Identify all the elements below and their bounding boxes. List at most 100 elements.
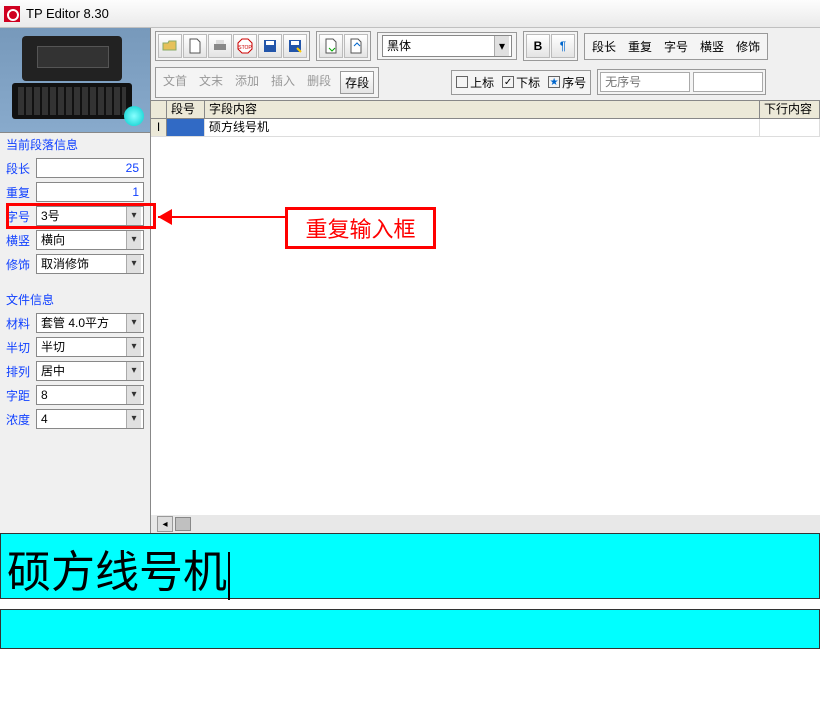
export2-button[interactable] <box>344 34 368 58</box>
row-orientation: 横竖 横向 <box>0 228 150 252</box>
open-button[interactable] <box>158 34 182 58</box>
lbl-orientation: 横竖 <box>6 232 36 249</box>
annotation-callout: 重复输入框 <box>285 207 436 249</box>
combo-font-size[interactable]: 3号 <box>36 206 144 226</box>
btn-add[interactable]: 添加 <box>232 71 262 94</box>
combo-orientation[interactable]: 横向 <box>36 230 144 250</box>
cell-segno-1[interactable] <box>167 119 205 136</box>
btn-save-seg[interactable]: 存段 <box>340 71 374 94</box>
toolbar-file-group: STOP <box>155 31 310 61</box>
grid-header: 段号 字段内容 下行内容 <box>151 101 820 119</box>
title-bar: TP Editor 8.30 <box>0 0 820 28</box>
pilcrow-button[interactable]: ¶ <box>551 34 575 58</box>
doc-arrow2-icon <box>348 38 364 54</box>
preview-strip-main[interactable]: 硕方线号机 <box>0 533 820 599</box>
lbl-density: 浓度 <box>6 411 36 428</box>
row-halfcut: 半切 半切 <box>0 335 150 359</box>
combo-font-family[interactable]: 黑体 <box>382 35 512 57</box>
save-as-icon <box>287 38 303 54</box>
input-repeat[interactable]: 1 <box>36 182 144 202</box>
lbl-font-size: 字号 <box>6 208 36 225</box>
btn-delete-seg[interactable]: 删段 <box>304 71 334 94</box>
btn-seglen[interactable]: 段长 <box>589 37 619 56</box>
btn-doc-first[interactable]: 文首 <box>160 71 190 94</box>
horizontal-scrollbar[interactable]: ◂ <box>151 515 820 533</box>
preview-text: 硕方线号机 <box>7 548 227 597</box>
toolbar-seq-value <box>597 69 766 95</box>
btn-decor[interactable]: 修饰 <box>733 37 763 56</box>
toolbar-font-group: 黑体 <box>377 32 517 60</box>
col-segment-no[interactable]: 段号 <box>167 101 205 118</box>
btn-repeat[interactable]: 重复 <box>625 37 655 56</box>
lbl-repeat: 重复 <box>6 184 36 201</box>
grid-row-1[interactable]: I 硕方线号机 <box>151 119 820 137</box>
row-font-size: 字号 3号 <box>0 204 150 228</box>
saveas-button[interactable] <box>283 34 307 58</box>
bold-button[interactable]: B <box>526 34 550 58</box>
btn-insert[interactable]: 插入 <box>268 71 298 94</box>
stop-icon: STOP <box>237 38 253 54</box>
row-segment-length: 段长 25 <box>0 156 150 180</box>
chk-sequence[interactable]: ★序号 <box>548 74 586 91</box>
export1-button[interactable] <box>319 34 343 58</box>
lbl-alignment: 排列 <box>6 363 36 380</box>
right-panel: STOP 黑体 B ¶ 段长 重复 字号 横竖 修饰 <box>151 28 820 533</box>
preview-strip-secondary[interactable] <box>0 609 820 649</box>
print-button[interactable] <box>208 34 232 58</box>
heading-current-paragraph: 当前段落信息 <box>0 133 150 156</box>
checkbox-icon <box>456 76 468 88</box>
cell-next-1[interactable] <box>760 119 820 136</box>
combo-decoration[interactable]: 取消修饰 <box>36 254 144 274</box>
toolbar-export-group <box>316 31 371 61</box>
toolbar-row-2: 文首 文末 添加 插入 删段 存段 上标 ✓下标 ★序号 <box>151 64 820 100</box>
device-preview-image <box>0 28 150 133</box>
new-button[interactable] <box>183 34 207 58</box>
printer-icon <box>212 38 228 54</box>
combo-material[interactable]: 套管 4.0平方 <box>36 313 144 333</box>
lbl-segment-length: 段长 <box>6 160 36 177</box>
checkbox-star-icon: ★ <box>548 76 560 88</box>
btn-orient[interactable]: 横竖 <box>697 37 727 56</box>
scroll-thumb[interactable] <box>175 517 191 531</box>
chk-subscript[interactable]: ✓下标 <box>502 74 540 91</box>
toolbar-segment-ops: 文首 文末 添加 插入 删段 存段 <box>155 67 379 98</box>
btn-doc-last[interactable]: 文末 <box>196 71 226 94</box>
input-sequence[interactable] <box>600 72 690 92</box>
chk-superscript[interactable]: 上标 <box>456 74 494 91</box>
stop-button[interactable]: STOP <box>233 34 257 58</box>
save-button[interactable] <box>258 34 282 58</box>
col-next-line[interactable]: 下行内容 <box>760 101 820 118</box>
grid-corner <box>151 101 167 118</box>
grid-empty-space <box>151 137 820 515</box>
lbl-material: 材料 <box>6 315 36 332</box>
text-cursor-icon <box>228 552 230 600</box>
input-sequence-extra[interactable] <box>693 72 763 92</box>
annotation-arrow-head-icon <box>158 209 172 225</box>
folder-open-icon <box>162 38 178 54</box>
combo-density[interactable]: 4 <box>36 409 144 429</box>
annotation-arrow-line <box>158 216 286 218</box>
lbl-halfcut: 半切 <box>6 339 36 356</box>
row-indicator-icon: I <box>151 119 167 136</box>
combo-char-spacing[interactable]: 8 <box>36 385 144 405</box>
combo-halfcut[interactable]: 半切 <box>36 337 144 357</box>
row-repeat: 重复 1 <box>0 180 150 204</box>
toolbar-paragraph-props: 段长 重复 字号 横竖 修饰 <box>584 33 768 60</box>
cell-content-1[interactable]: 硕方线号机 <box>205 119 760 136</box>
document-icon <box>187 38 203 54</box>
row-decoration: 修饰 取消修饰 <box>0 252 150 276</box>
toolbar-row-1: STOP 黑体 B ¶ 段长 重复 字号 横竖 修饰 <box>151 28 820 64</box>
lbl-char-spacing: 字距 <box>6 387 36 404</box>
scroll-left-icon[interactable]: ◂ <box>157 516 173 532</box>
heading-file-info: 文件信息 <box>0 288 150 311</box>
save-icon <box>262 38 278 54</box>
val-segment-length[interactable]: 25 <box>36 158 144 178</box>
main-content: 当前段落信息 段长 25 重复 1 字号 3号 横竖 横向 修饰 取消修饰 文件… <box>0 28 820 533</box>
svg-text:STOP: STOP <box>238 45 252 51</box>
checkbox-icon: ✓ <box>502 76 514 88</box>
col-segment-content[interactable]: 字段内容 <box>205 101 760 118</box>
toolbar-script-group: 上标 ✓下标 ★序号 <box>451 70 591 95</box>
btn-font[interactable]: 字号 <box>661 37 691 56</box>
app-title: TP Editor 8.30 <box>26 6 109 21</box>
combo-alignment[interactable]: 居中 <box>36 361 144 381</box>
